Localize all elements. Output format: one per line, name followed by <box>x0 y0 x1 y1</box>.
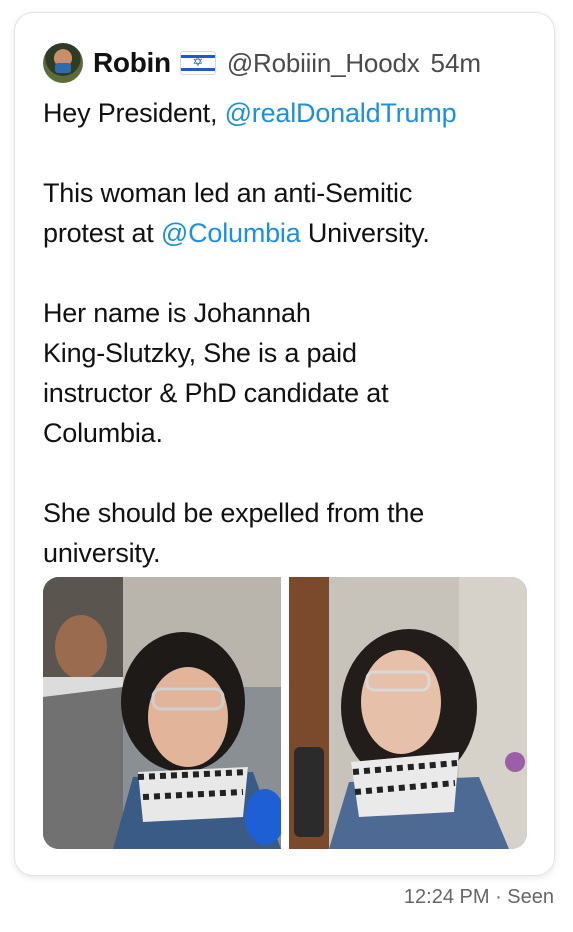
tweet-line: King-Slutzky, She is a paid <box>43 338 357 368</box>
media-image-2[interactable] <box>289 577 527 849</box>
tweet-line: university. <box>43 538 161 568</box>
message-status: 12:24 PM · Seen <box>403 886 554 908</box>
tweet-line: protest at @Columbia University. <box>43 218 430 248</box>
author-handle[interactable]: @Robiiin_Hoodx <box>227 48 420 79</box>
media-image-1[interactable] <box>43 577 281 849</box>
avatar[interactable] <box>43 43 83 83</box>
tweet-card[interactable]: Robin ✡ @Robiiin_Hoodx 54m Hey President… <box>15 13 554 875</box>
author-name[interactable]: Robin <box>93 47 171 79</box>
mention-link[interactable]: @realDonaldTrump <box>225 98 457 128</box>
timestamp: 54m <box>430 47 482 78</box>
israel-flag-icon: ✡ <box>179 51 216 75</box>
photo-woman-protest-1 <box>43 577 281 849</box>
mention-link[interactable]: @Columbia <box>161 218 301 248</box>
tweet-line: instructor & PhD candidate at <box>43 378 389 408</box>
tweet-line: Columbia. <box>43 418 163 448</box>
tweet-line: Her name is Johannah <box>43 298 311 328</box>
photo-woman-protest-2 <box>289 577 527 849</box>
tweet-header: Robin ✡ @Robiiin_Hoodx 54m <box>43 43 481 83</box>
tweet-line: Hey President, @realDonaldTrump <box>43 98 457 128</box>
tweet-line: This woman led an anti-Semitic <box>43 178 413 208</box>
tweet-text: Hey President, @realDonaldTrump This wom… <box>43 93 543 573</box>
tweet-line: She should be expelled from the <box>43 498 425 528</box>
tweet-media <box>43 577 527 849</box>
